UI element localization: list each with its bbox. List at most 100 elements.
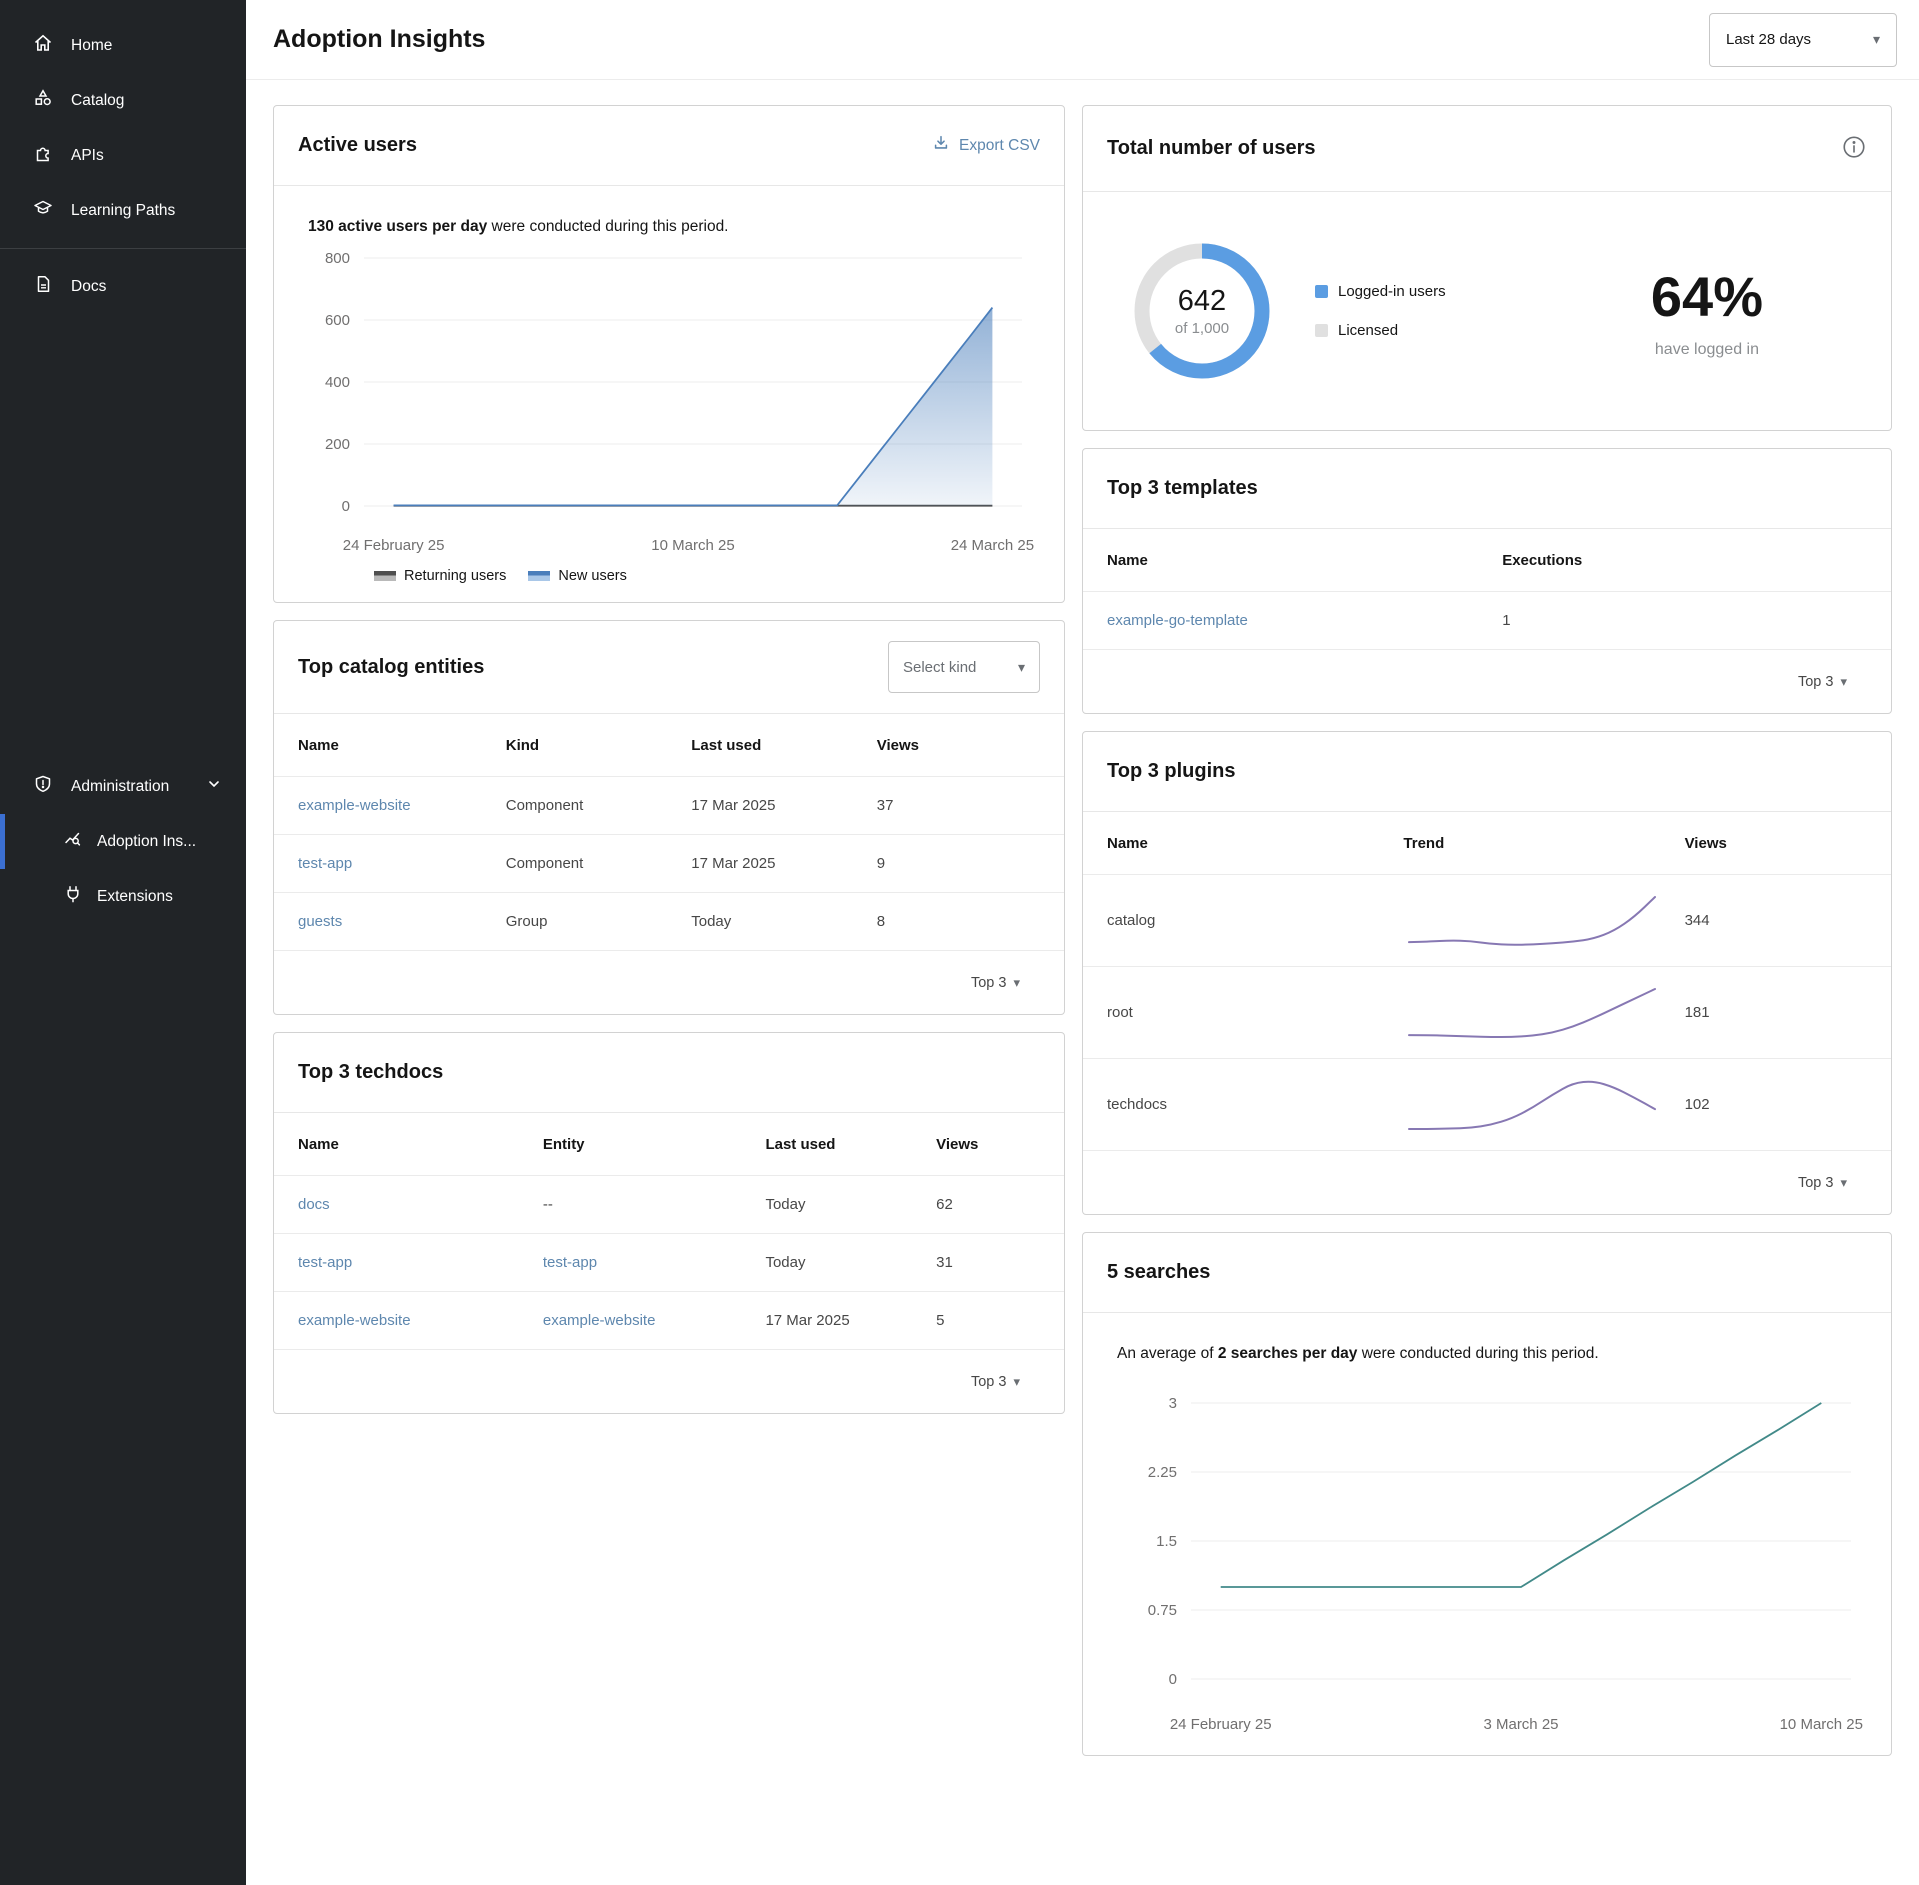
table-header-row: Name Kind Last used Views <box>274 714 1064 776</box>
date-range-select[interactable]: Last 28 days ▾ <box>1709 13 1897 67</box>
table-row: techdocs 102 <box>1083 1058 1891 1150</box>
top-n-value: Top 3 <box>1798 674 1833 690</box>
top-n-select[interactable]: Top 3 ▾ <box>1083 649 1891 713</box>
trend-sparkline <box>1403 890 1661 952</box>
card-title: Top 3 templates <box>1107 477 1258 500</box>
cell-views: 8 <box>877 913 1040 930</box>
page-header: Adoption Insights Last 28 days ▾ <box>246 0 1919 80</box>
table-header-row: Name Executions <box>1083 529 1891 591</box>
column-header: Entity <box>543 1136 766 1153</box>
right-column: Total number of users 642 of 1,000 <box>1082 105 1892 1756</box>
document-icon <box>33 274 53 299</box>
plug-icon <box>63 884 83 909</box>
cell-views: 31 <box>936 1254 1040 1271</box>
template-link[interactable]: example-go-template <box>1107 612 1248 629</box>
entity-link[interactable]: test-app <box>298 855 352 872</box>
kind-select[interactable]: Select kind ▾ <box>888 641 1040 693</box>
top-n-value: Top 3 <box>971 975 1006 991</box>
top-n-select[interactable]: Top 3 ▾ <box>274 1349 1064 1413</box>
left-column: Active users Export CSV 130 active users… <box>273 105 1065 1414</box>
sidebar-item-label: Adoption Ins... <box>97 833 196 851</box>
column-header: Trend <box>1403 835 1684 852</box>
cell-views: 181 <box>1685 1004 1867 1021</box>
licensed-swatch <box>1315 324 1328 337</box>
returning-users-swatch <box>374 571 396 581</box>
home-icon <box>33 33 53 58</box>
cell-plugin-name: root <box>1107 1004 1403 1021</box>
table-row: example-go-template 1 <box>1083 591 1891 649</box>
column-header: Name <box>1107 552 1502 569</box>
sidebar-item-label: Extensions <box>97 888 173 906</box>
sidebar-item-docs[interactable]: Docs <box>0 259 246 314</box>
sidebar-item-label: APIs <box>71 147 104 165</box>
insights-icon <box>63 829 83 854</box>
column-header: Kind <box>506 737 692 754</box>
sidebar-item-administration[interactable]: Administration <box>0 759 246 814</box>
info-button[interactable] <box>1841 134 1867 163</box>
sidebar-item-adoption-insights[interactable]: Adoption Ins... <box>0 814 246 869</box>
entity-link[interactable]: example-website <box>543 1312 656 1329</box>
top-plugins-card: Top 3 plugins Name Trend Views catalog 3… <box>1082 731 1892 1215</box>
top-templates-card: Top 3 templates Name Executions example-… <box>1082 448 1892 714</box>
svg-text:400: 400 <box>325 374 350 391</box>
svg-text:2.25: 2.25 <box>1148 1464 1177 1481</box>
percent-block: 64% have logged in <box>1651 264 1763 359</box>
trend-sparkline <box>1403 982 1661 1044</box>
card-title: Top catalog entities <box>298 656 484 679</box>
shield-icon <box>33 774 53 799</box>
sidebar-item-label: Home <box>71 37 112 55</box>
card-title: Top 3 techdocs <box>298 1061 443 1084</box>
techdoc-link[interactable]: test-app <box>298 1254 352 1271</box>
searches-summary: An average of 2 searches per day were co… <box>1117 1345 1867 1363</box>
sidebar-item-extensions[interactable]: Extensions <box>0 869 246 924</box>
percent-value: 64% <box>1651 264 1763 329</box>
sidebar-admin-group: Administration Adoption Ins... Extension… <box>0 759 246 924</box>
svg-text:24 March 25: 24 March 25 <box>951 537 1034 554</box>
cell-last-used: 17 Mar 2025 <box>691 855 877 872</box>
legend-logged-in-users: Logged-in users <box>1315 283 1446 300</box>
download-icon <box>932 134 950 157</box>
svg-text:0.75: 0.75 <box>1148 1602 1177 1619</box>
export-csv-button[interactable]: Export CSV <box>932 134 1040 157</box>
card-title: Active users <box>298 134 417 157</box>
top-techdocs-card: Top 3 techdocs Name Entity Last used Vie… <box>273 1032 1065 1414</box>
sidebar-item-apis[interactable]: APIs <box>0 128 246 183</box>
main-area: Adoption Insights Last 28 days ▾ Active … <box>246 0 1919 1885</box>
svg-text:800: 800 <box>325 250 350 267</box>
logged-in-swatch <box>1315 285 1328 298</box>
cell-kind: Group <box>506 913 692 930</box>
cell-views: 37 <box>877 797 1040 814</box>
svg-text:3 March 25: 3 March 25 <box>1483 1716 1558 1733</box>
column-header: Name <box>298 1136 543 1153</box>
logged-in-donut-chart: 642 of 1,000 <box>1127 236 1277 386</box>
column-header: Views <box>877 737 1040 754</box>
sidebar-item-learning-paths[interactable]: Learning Paths <box>0 183 246 238</box>
chevron-down-icon: ▾ <box>1840 1175 1847 1191</box>
cell-executions: 1 <box>1502 612 1867 629</box>
sidebar-item-label: Administration <box>71 778 169 796</box>
sidebar-item-label: Catalog <box>71 92 124 110</box>
dashboard-grid: Active users Export CSV 130 active users… <box>246 80 1919 1796</box>
sidebar-item-catalog[interactable]: Catalog <box>0 73 246 128</box>
table-row: test-app Component 17 Mar 2025 9 <box>274 834 1064 892</box>
cell-views: 9 <box>877 855 1040 872</box>
entity-link[interactable]: guests <box>298 913 342 930</box>
donut-legend: Logged-in users Licensed <box>1315 283 1446 339</box>
techdoc-link[interactable]: docs <box>298 1196 330 1213</box>
sidebar-item-label: Docs <box>71 278 106 296</box>
catalog-icon <box>33 88 53 113</box>
techdoc-link[interactable]: example-website <box>298 1312 411 1329</box>
entity-link[interactable]: example-website <box>298 797 411 814</box>
app-root: Home Catalog APIs Learning Paths Docs Ad… <box>0 0 1919 1885</box>
card-title: Total number of users <box>1107 137 1316 160</box>
trend-sparkline <box>1403 1074 1661 1136</box>
table-row: guests Group Today 8 <box>274 892 1064 950</box>
column-header: Last used <box>765 1136 936 1153</box>
searches-card: 5 searches An average of 2 searches per … <box>1082 1232 1892 1756</box>
page-title: Adoption Insights <box>273 25 485 54</box>
top-n-select[interactable]: Top 3 ▾ <box>274 950 1064 1014</box>
entity-link[interactable]: test-app <box>543 1254 597 1271</box>
sidebar-item-home[interactable]: Home <box>0 18 246 73</box>
top-n-select[interactable]: Top 3 ▾ <box>1083 1150 1891 1214</box>
top-n-value: Top 3 <box>971 1374 1006 1390</box>
